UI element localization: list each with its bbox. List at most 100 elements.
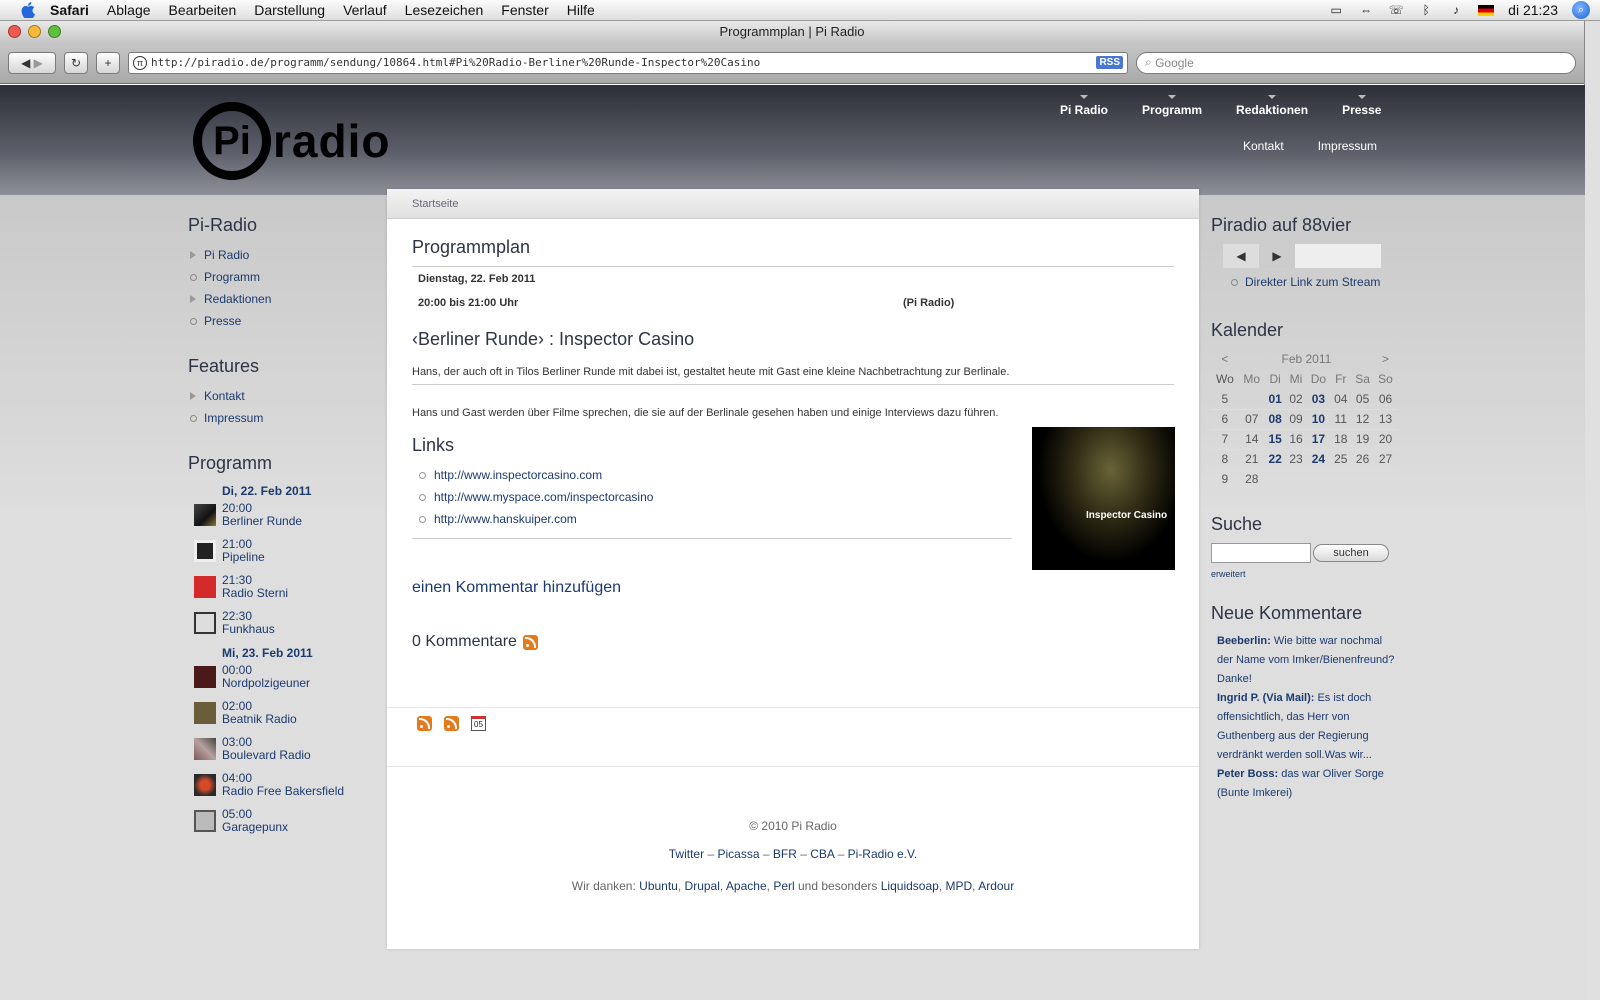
calendar-prev[interactable]: < xyxy=(1211,349,1239,369)
menu-bearbeiten[interactable]: Bearbeiten xyxy=(169,2,237,18)
nav-impressum[interactable]: Impressum xyxy=(1318,139,1377,153)
menu-hilfe[interactable]: Hilfe xyxy=(567,2,595,18)
zoom-window-icon[interactable] xyxy=(48,25,61,38)
program-thumbnail[interactable] xyxy=(194,612,216,634)
add-bookmark-button[interactable]: + xyxy=(96,51,120,74)
program-entry-text[interactable]: 21:30 Radio Sterni xyxy=(222,574,288,600)
back-arrow-icon[interactable]: ◀ xyxy=(21,56,30,70)
calendar-next[interactable]: > xyxy=(1374,349,1397,369)
program-entry-text[interactable]: 00:00 Nordpolzigeuner xyxy=(222,664,310,690)
menu-ablage[interactable]: Ablage xyxy=(107,2,151,18)
program-name[interactable]: Pipeline xyxy=(222,551,265,564)
nav-kontakt[interactable]: Kontakt xyxy=(1243,139,1284,153)
spotlight-icon[interactable]: ⌕ xyxy=(1572,1,1590,19)
program-entry-text[interactable]: 05:00 Garagepunx xyxy=(222,808,288,834)
minimize-window-icon[interactable] xyxy=(28,25,41,38)
program-item[interactable]: 05:00 Garagepunx xyxy=(188,808,378,834)
footer-link-twitter[interactable]: Twitter xyxy=(669,847,704,861)
thanks-ardour[interactable]: Ardour xyxy=(978,879,1014,893)
program-name[interactable]: Nordpolzigeuner xyxy=(222,677,310,690)
link-hanskuiper[interactable]: http://www.hanskuiper.com xyxy=(434,512,577,526)
nav-programm[interactable]: Programm xyxy=(1142,95,1202,117)
program-entry-text[interactable]: 22:30 Funkhaus xyxy=(222,610,275,636)
sidebar-link-programm[interactable]: Programm xyxy=(204,270,260,284)
calendar-day[interactable]: 10 xyxy=(1306,409,1331,430)
calendar-day[interactable]: 24 xyxy=(1306,449,1331,470)
breadcrumb-startseite[interactable]: Startseite xyxy=(412,198,458,210)
sidebar-item-presse[interactable]: Presse xyxy=(188,310,378,332)
reload-button[interactable]: ↻ xyxy=(64,51,88,74)
program-name[interactable]: Garagepunx xyxy=(222,821,288,834)
program-name[interactable]: Berliner Runde xyxy=(222,515,302,528)
footer-link-cba[interactable]: CBA xyxy=(810,847,834,861)
calendar-day[interactable]: 17 xyxy=(1306,429,1331,450)
comment-author[interactable]: Peter Boss xyxy=(1217,768,1274,780)
sidebar-item-pi-radio[interactable]: Pi Radio xyxy=(188,244,378,266)
sidebar-link-impressum[interactable]: Impressum xyxy=(204,411,263,425)
calendar-day[interactable]: 15 xyxy=(1264,429,1286,450)
program-item[interactable]: 21:00 Pipeline xyxy=(188,538,378,564)
sidebar-link-pi-radio[interactable]: Pi Radio xyxy=(204,248,249,262)
sidebar-item-redaktionen[interactable]: Redaktionen xyxy=(188,288,378,310)
program-entry-text[interactable]: 04:00 Radio Free Bakersfield xyxy=(222,772,344,798)
menubar-clock[interactable]: di 21:23 xyxy=(1508,2,1558,18)
rss-button[interactable]: RSS xyxy=(1096,56,1123,69)
play-button[interactable]: ▶ xyxy=(1259,244,1295,268)
program-item[interactable]: 22:30 Funkhaus xyxy=(188,610,378,636)
calendar-day[interactable]: 22 xyxy=(1264,449,1286,470)
comment-author[interactable]: Beeberlin xyxy=(1217,635,1267,647)
program-thumbnail[interactable] xyxy=(194,504,216,526)
volume-icon[interactable]: ♪ xyxy=(1448,3,1464,17)
program-thumbnail[interactable] xyxy=(194,576,216,598)
program-day-1[interactable]: Di, 22. Feb 2011 xyxy=(188,484,378,498)
search-button[interactable]: suchen xyxy=(1313,543,1389,562)
calendar-day[interactable]: 03 xyxy=(1306,389,1331,410)
piradio-logo[interactable]: Pi radio xyxy=(193,102,390,180)
rss-feed-icon[interactable] xyxy=(444,716,459,731)
sidebar-link-presse[interactable]: Presse xyxy=(204,314,241,328)
menu-lesezeichen[interactable]: Lesezeichen xyxy=(405,2,484,18)
program-name[interactable]: Radio Sterni xyxy=(222,587,288,600)
bluetooth-icon[interactable]: ᛒ xyxy=(1418,3,1434,17)
address-url[interactable]: http://piradio.de/programm/sendung/10864… xyxy=(151,56,1096,69)
sidebar-link-redaktionen[interactable]: Redaktionen xyxy=(204,292,271,306)
thanks-perl[interactable]: Perl xyxy=(773,879,794,893)
menu-darstellung[interactable]: Darstellung xyxy=(254,2,325,18)
program-name[interactable]: Beatnik Radio xyxy=(222,713,297,726)
footer-link-bfr[interactable]: BFR xyxy=(773,847,797,861)
program-name[interactable]: Radio Free Bakersfield xyxy=(222,785,344,798)
sidebar-item-impressum[interactable]: Impressum xyxy=(188,407,378,429)
program-entry-text[interactable]: 03:00 Boulevard Radio xyxy=(222,736,311,762)
thanks-drupal[interactable]: Drupal xyxy=(685,879,720,893)
rss-feed-icon[interactable] xyxy=(417,716,432,731)
thanks-mpd[interactable]: MPD xyxy=(946,879,973,893)
menu-verlauf[interactable]: Verlauf xyxy=(343,2,387,18)
program-thumbnail[interactable] xyxy=(194,666,216,688)
program-name[interactable]: Boulevard Radio xyxy=(222,749,311,762)
program-entry-text[interactable]: 20:00 Berliner Runde xyxy=(222,502,302,528)
calendar-day[interactable]: 08 xyxy=(1264,409,1286,430)
link-myspace[interactable]: http://www.myspace.com/inspectorcasino xyxy=(434,490,653,504)
search-input[interactable] xyxy=(1211,542,1311,563)
footer-link-picassa[interactable]: Picassa xyxy=(717,847,759,861)
menu-app-safari[interactable]: Safari xyxy=(50,2,89,18)
apple-icon[interactable] xyxy=(18,2,38,18)
program-thumbnail[interactable] xyxy=(194,774,216,796)
sidebar-link-kontakt[interactable]: Kontakt xyxy=(204,389,245,403)
rss-feed-icon[interactable] xyxy=(522,634,538,650)
advanced-search-link[interactable]: erweitert xyxy=(1211,569,1401,579)
nav-redaktionen[interactable]: Redaktionen xyxy=(1236,95,1308,117)
german-flag-icon[interactable] xyxy=(1478,4,1495,16)
footer-link-pi-radio-ev[interactable]: Pi-Radio e.V. xyxy=(848,847,918,861)
program-entry-text[interactable]: 21:00 Pipeline xyxy=(222,538,265,564)
close-window-icon[interactable] xyxy=(8,25,21,38)
program-name[interactable]: Funkhaus xyxy=(222,623,275,636)
calendar-icon[interactable]: 05 xyxy=(471,716,486,731)
back-forward-buttons[interactable]: ◀ ▶ xyxy=(8,51,56,74)
program-item[interactable]: 03:00 Boulevard Radio xyxy=(188,736,378,762)
program-entry-text[interactable]: 02:00 Beatnik Radio xyxy=(222,700,297,726)
calendar-day[interactable]: 01 xyxy=(1264,389,1286,410)
sidebar-item-programm[interactable]: Programm xyxy=(188,266,378,288)
phone-icon[interactable]: ☏ xyxy=(1388,3,1404,17)
program-item[interactable]: 00:00 Nordpolzigeuner xyxy=(188,664,378,690)
